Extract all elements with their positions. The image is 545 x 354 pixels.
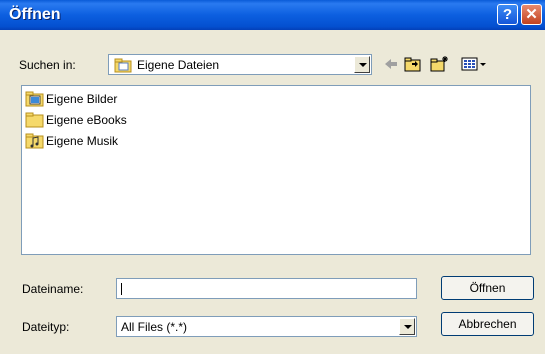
lookin-value: Eigene Dateien: [137, 58, 220, 72]
music-folder-icon: [25, 133, 44, 149]
help-button[interactable]: ?: [497, 4, 518, 25]
list-item[interactable]: Eigene Bilder: [25, 90, 117, 108]
list-item-label: Eigene eBooks: [46, 113, 127, 127]
pictures-folder-icon: [25, 91, 44, 107]
close-icon: ✕: [525, 6, 538, 23]
title-bar[interactable]: Öffnen ? ✕: [0, 0, 545, 30]
new-folder-icon[interactable]: [430, 55, 450, 73]
lookin-dropdown-button[interactable]: [354, 56, 370, 73]
list-item-label: Eigene Bilder: [46, 92, 118, 106]
file-list[interactable]: Eigene Bilder Eigene eBooks Eigene Musik: [21, 85, 531, 255]
dialog-title: Öffnen: [9, 6, 61, 23]
close-button[interactable]: ✕: [521, 4, 542, 25]
filetype-dropdown-button[interactable]: [399, 318, 415, 335]
help-icon: ?: [502, 6, 513, 23]
back-arrow-icon[interactable]: [383, 55, 399, 73]
my-documents-folder-icon: [114, 58, 132, 73]
filetype-value: All Files (*.*): [121, 320, 188, 334]
list-item[interactable]: Eigene eBooks: [25, 111, 127, 129]
filetype-combobox[interactable]: All Files (*.*): [116, 316, 417, 337]
folder-icon: [25, 112, 44, 128]
filetype-label: Dateityp:: [22, 320, 70, 334]
open-button[interactable]: Öffnen: [441, 276, 534, 300]
open-dialog: Öffnen ? ✕ Suchen in: Eigene Dateien Eig…: [0, 0, 545, 354]
text-caret: [121, 283, 122, 295]
list-item[interactable]: Eigene Musik: [25, 132, 118, 150]
lookin-label: Suchen in:: [19, 58, 76, 72]
cancel-button[interactable]: Abbrechen: [441, 312, 534, 336]
lookin-combobox[interactable]: Eigene Dateien: [108, 54, 372, 75]
view-menu-icon[interactable]: [461, 55, 489, 73]
filename-input[interactable]: [116, 278, 417, 299]
list-item-label: Eigene Musik: [46, 134, 119, 148]
filename-label: Dateiname:: [22, 282, 84, 296]
up-one-level-icon[interactable]: [404, 55, 422, 73]
